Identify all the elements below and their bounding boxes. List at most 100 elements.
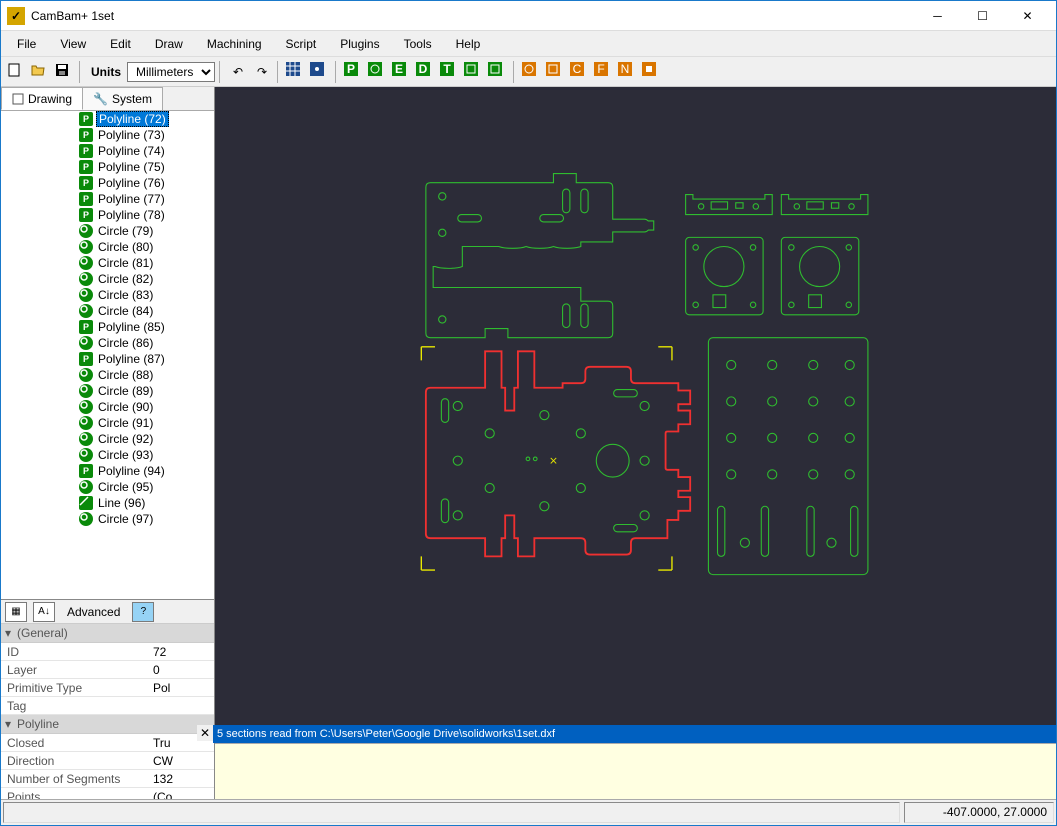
tool-orange-1-icon[interactable] — [521, 61, 543, 83]
tree-item[interactable]: Circle (81) — [1, 255, 214, 271]
tree-item[interactable]: PPolyline (76) — [1, 175, 214, 191]
tree-item[interactable]: PPolyline (73) — [1, 127, 214, 143]
tree-item[interactable]: Circle (92) — [1, 431, 214, 447]
tree-item[interactable]: PPolyline (75) — [1, 159, 214, 175]
tree-item[interactable]: PPolyline (87) — [1, 351, 214, 367]
minimize-button[interactable]: ─ — [915, 2, 960, 30]
polyline-icon: P — [79, 176, 93, 190]
menu-help[interactable]: Help — [446, 33, 491, 55]
tree-item[interactable]: Circle (82) — [1, 271, 214, 287]
tree-item-label: Circle (89) — [96, 384, 155, 398]
polyline-icon: P — [79, 464, 93, 478]
categorized-icon[interactable]: ▦ — [5, 602, 27, 622]
svg-text:P: P — [347, 62, 355, 76]
mop-profile-icon[interactable]: P — [343, 61, 365, 83]
menu-draw[interactable]: Draw — [145, 33, 193, 55]
polyline-icon: P — [79, 128, 93, 142]
tree-item[interactable]: Circle (80) — [1, 239, 214, 255]
prop-group-header[interactable]: ▾(General) — [1, 624, 214, 643]
menu-plugins[interactable]: Plugins — [330, 33, 389, 55]
close-button[interactable]: ✕ — [1005, 2, 1050, 30]
mop-pocket-icon[interactable] — [367, 61, 389, 83]
menu-edit[interactable]: Edit — [100, 33, 141, 55]
tree-item[interactable]: Circle (88) — [1, 367, 214, 383]
tab-system[interactable]: 🔧 System — [82, 87, 163, 110]
tree-item[interactable]: Circle (90) — [1, 399, 214, 415]
tool-orange-3-icon[interactable]: C — [569, 61, 591, 83]
tree-item-label: Polyline (77) — [96, 192, 167, 206]
menu-file[interactable]: File — [7, 33, 46, 55]
mop-lathe-icon[interactable] — [487, 61, 509, 83]
prop-value[interactable]: CW — [151, 754, 214, 768]
tree-item[interactable]: PPolyline (78) — [1, 207, 214, 223]
prop-value[interactable]: Pol — [151, 681, 214, 695]
prop-value[interactable]: 72 — [151, 645, 214, 659]
tree-item-label: Circle (82) — [96, 272, 155, 286]
prop-row[interactable]: Points(Co — [1, 788, 214, 799]
prop-row[interactable]: DirectionCW — [1, 752, 214, 770]
tree-item[interactable]: Line (96) — [1, 495, 214, 511]
tool-orange-5-icon[interactable]: N — [617, 61, 639, 83]
tree-item[interactable]: Circle (79) — [1, 223, 214, 239]
drawing-tree[interactable]: PPolyline (72)PPolyline (73)PPolyline (7… — [1, 111, 214, 599]
tree-item-label: Circle (84) — [96, 304, 155, 318]
help-icon[interactable]: ? — [132, 602, 154, 622]
new-file-icon[interactable] — [5, 61, 27, 83]
units-select[interactable]: Millimeters — [127, 62, 215, 82]
tree-item[interactable]: Circle (93) — [1, 447, 214, 463]
open-file-icon[interactable] — [29, 61, 51, 83]
tree-item[interactable]: PPolyline (85) — [1, 319, 214, 335]
redo-icon[interactable]: ↷ — [251, 61, 273, 83]
tab-drawing[interactable]: Drawing — [1, 87, 83, 110]
prop-row[interactable]: Layer0 — [1, 661, 214, 679]
grid-icon[interactable] — [285, 61, 307, 83]
tree-item[interactable]: PPolyline (94) — [1, 463, 214, 479]
svg-text:C: C — [573, 62, 582, 76]
snap-icon[interactable] — [309, 61, 331, 83]
prop-value[interactable]: 0 — [151, 663, 214, 677]
menu-view[interactable]: View — [50, 33, 96, 55]
tool-orange-2-icon[interactable] — [545, 61, 567, 83]
undo-icon[interactable]: ↶ — [227, 61, 249, 83]
mop-drill-icon[interactable]: D — [415, 61, 437, 83]
tool-orange-6-icon[interactable] — [641, 61, 663, 83]
menubar: File View Edit Draw Machining Script Plu… — [1, 31, 1056, 57]
tab-system-label: System — [112, 92, 152, 106]
tree-item[interactable]: Circle (91) — [1, 415, 214, 431]
prop-row[interactable]: Number of Segments132 — [1, 770, 214, 788]
tree-item[interactable]: Circle (95) — [1, 479, 214, 495]
prop-value[interactable]: 132 — [151, 772, 214, 786]
tree-item[interactable]: Circle (97) — [1, 511, 214, 527]
menu-script[interactable]: Script — [276, 33, 327, 55]
tree-item[interactable]: PPolyline (74) — [1, 143, 214, 159]
property-grid[interactable]: ▾(General)ID72Layer0Primitive TypePolTag… — [1, 624, 214, 799]
prop-group-header[interactable]: ▾Polyline — [1, 715, 214, 734]
tool-orange-4-icon[interactable]: F — [593, 61, 615, 83]
tree-item[interactable]: PPolyline (77) — [1, 191, 214, 207]
status-close-button[interactable]: ✕ — [197, 725, 213, 741]
status-left — [3, 802, 900, 823]
mop-3d-icon[interactable] — [463, 61, 485, 83]
tree-item[interactable]: Circle (86) — [1, 335, 214, 351]
tree-item[interactable]: PPolyline (72) — [1, 111, 214, 127]
prop-row[interactable]: Tag — [1, 697, 214, 715]
tree-item[interactable]: Circle (89) — [1, 383, 214, 399]
tree-item[interactable]: Circle (83) — [1, 287, 214, 303]
save-file-icon[interactable] — [53, 61, 75, 83]
prop-value[interactable]: (Co — [151, 790, 214, 800]
prop-row[interactable]: ClosedTru — [1, 734, 214, 752]
menu-machining[interactable]: Machining — [197, 33, 272, 55]
tree-item-label: Polyline (72) — [96, 111, 169, 127]
prop-row[interactable]: ID72 — [1, 643, 214, 661]
tree-item[interactable]: Circle (84) — [1, 303, 214, 319]
menu-tools[interactable]: Tools — [394, 33, 442, 55]
mop-text-icon[interactable]: T — [439, 61, 461, 83]
tree-item-label: Circle (90) — [96, 400, 155, 414]
maximize-button[interactable]: ☐ — [960, 2, 1005, 30]
tree-item-label: Polyline (85) — [96, 320, 167, 334]
prop-key: ID — [1, 645, 151, 659]
drawing-canvas[interactable] — [215, 87, 1056, 725]
alphabetical-icon[interactable]: A↓ — [33, 602, 55, 622]
mop-engrave-icon[interactable]: E — [391, 61, 413, 83]
prop-row[interactable]: Primitive TypePol — [1, 679, 214, 697]
